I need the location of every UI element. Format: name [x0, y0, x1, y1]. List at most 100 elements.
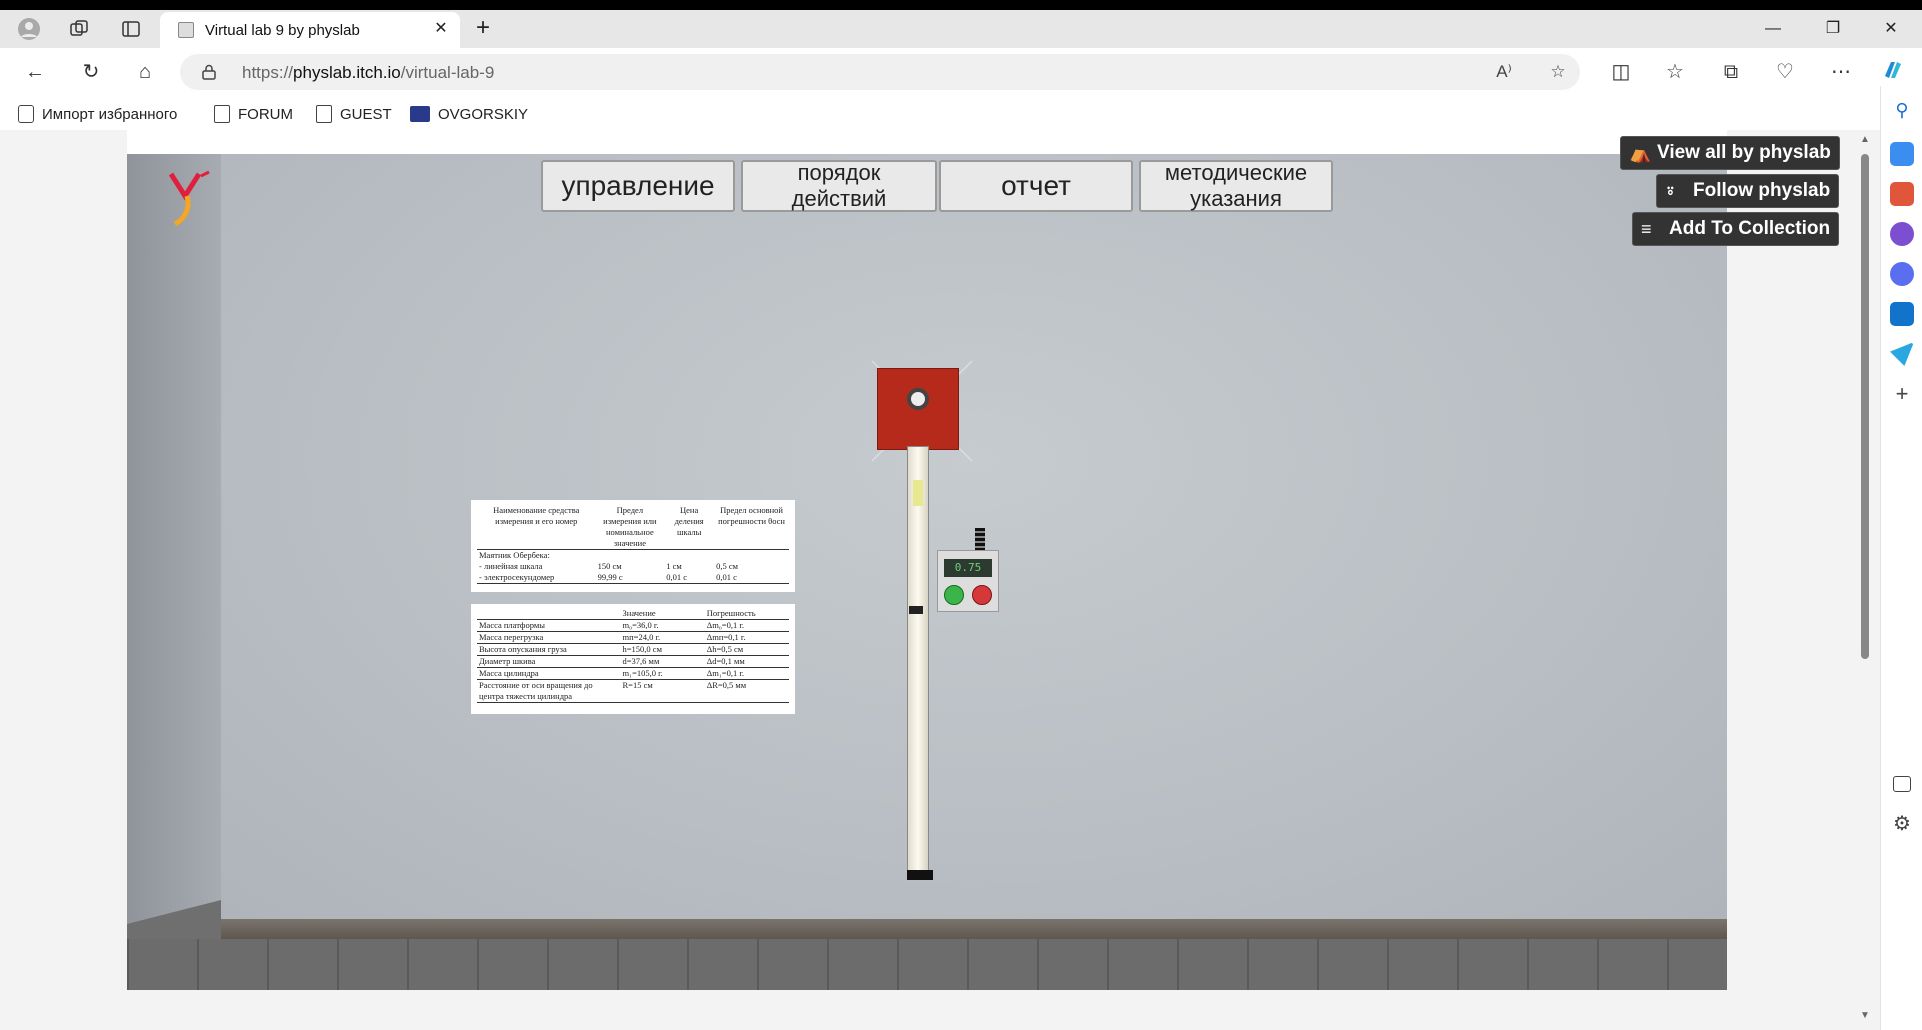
minimize-icon[interactable]: — [1744, 10, 1802, 48]
side-wall [127, 154, 221, 970]
table-cell: m₁=105,0 г. [622, 668, 663, 678]
send-icon[interactable] [1890, 342, 1914, 366]
address-bar[interactable]: https://physlab.itch.io/virtual-lab-9 A⁾… [180, 54, 1580, 90]
table-cell: 0,01 с [716, 572, 737, 582]
table-row: Маятник Обербека: [477, 550, 789, 562]
table-cell: Масса цилиндра [479, 668, 539, 678]
timer-stop-button[interactable] [972, 585, 992, 605]
table-row: Высота опускания груза h=150,0 см Δh=0,5 с… [477, 644, 789, 656]
table-cell: 1 см [666, 561, 682, 571]
table-row: Масса перегрузка mп=24,0 г. Δmп=0,1 г. [477, 632, 789, 644]
table-header: Цена деления шкалы [674, 505, 704, 537]
workspaces-icon[interactable] [64, 16, 94, 42]
tab-favicon-icon [178, 22, 194, 38]
back-icon[interactable]: ← [20, 58, 50, 86]
electronic-timer: 0.75 [937, 550, 999, 612]
table-row: Масса цилиндра m₁=105,0 г. Δm₁=0,1 г. [477, 668, 789, 680]
table-cell: Масса перегрузка [479, 632, 544, 642]
close-window-icon[interactable]: ✕ [1862, 10, 1920, 48]
favorites-icon[interactable]: ☆ [1660, 58, 1690, 86]
table-cell: 150 см [597, 561, 622, 571]
menu-procedure-button[interactable]: порядок действий [741, 160, 937, 212]
menu-control-button[interactable]: управление [541, 160, 735, 212]
add-sidebar-icon[interactable]: + [1890, 382, 1914, 406]
menu-guidelines-button[interactable]: методические указания [1139, 160, 1333, 212]
microsoft365-icon[interactable] [1890, 262, 1914, 286]
scroll-down-icon[interactable]: ▼ [1858, 1010, 1872, 1024]
copilot-icon[interactable] [1878, 58, 1908, 86]
tab-title: Virtual lab 9 by physlab [205, 22, 360, 39]
shopping-icon[interactable] [1890, 142, 1914, 166]
hide-sidebar-icon[interactable] [1893, 776, 1911, 792]
page-scrollbar[interactable]: ▲ ▼ [1852, 130, 1880, 1030]
table-cell: d=37,6 мм [622, 656, 660, 666]
settings-gear-icon[interactable]: ⚙ [1890, 812, 1914, 836]
table-header [477, 608, 621, 620]
tab-active[interactable]: Virtual lab 9 by physlab ✕ [160, 12, 460, 48]
scroll-up-icon[interactable]: ▲ [1858, 134, 1872, 148]
table-cell: 0,5 см [716, 561, 738, 571]
table-cell: Маятник Обербека: [479, 550, 550, 560]
tools-icon[interactable] [1890, 182, 1914, 206]
bookmark-forum[interactable]: FORUM [214, 103, 293, 125]
collections-icon[interactable]: ⧉ [1716, 58, 1746, 86]
search-icon[interactable]: ⚲ [1890, 100, 1914, 124]
baseboard [221, 919, 1727, 939]
table-cell: Масса платформы [479, 620, 545, 630]
bookmark-import[interactable]: Импорт избранного [18, 103, 177, 125]
tab-actions-icon[interactable] [116, 16, 146, 42]
menu-report-button[interactable]: отчет [939, 160, 1133, 212]
bookmark-ovgorskiy[interactable]: OVGORSKIY [410, 103, 528, 125]
view-all-button[interactable]: ⛺ View all by physlab [1620, 136, 1840, 170]
table-header: Наименование средства измерения и его но… [493, 505, 580, 526]
scroll-thumb[interactable] [1861, 154, 1869, 659]
table-cell: Δm₀=0,1 г. [706, 620, 744, 630]
bookmarks-bar: Импорт избранного FORUM GUEST OVGORSKIY [0, 96, 1922, 130]
lab-logo-icon [168, 170, 210, 227]
favorite-star-icon[interactable]: ☆ [1546, 60, 1570, 84]
instruments-header-row: Наименование средства измерения и его но… [477, 505, 789, 550]
lock-icon[interactable] [202, 64, 216, 80]
table-cell: - электросекундомер [479, 572, 555, 582]
restore-icon[interactable]: ❐ [1804, 10, 1862, 48]
home-icon[interactable]: ⌂ [130, 58, 160, 86]
add-to-collection-button[interactable]: ≡ Add To Collection [1632, 212, 1840, 246]
outlook-icon[interactable] [1890, 302, 1914, 326]
falling-weight[interactable] [913, 480, 923, 506]
follow-label: Follow physlab [1693, 180, 1831, 201]
tab-close-icon[interactable]: ✕ [430, 18, 452, 40]
measurement-scale [907, 446, 929, 874]
table-row: Расстояние от оси вращения до центра тяж… [477, 680, 789, 703]
refresh-icon[interactable]: ↻ [76, 58, 106, 86]
table-header: Значение [622, 608, 656, 618]
bookmark-guest[interactable]: GUEST [316, 103, 392, 125]
site-favicon-icon [410, 106, 430, 122]
bookmark-label: Импорт избранного [42, 105, 178, 123]
timer-connector-icon [975, 528, 985, 550]
profile-icon[interactable] [14, 16, 44, 42]
bookmark-label: GUEST [340, 105, 392, 123]
follow-button[interactable]: ⍤ Follow physlab [1656, 174, 1840, 208]
table-row: - линейная шкала 150 см 1 см 0,5 см [477, 561, 789, 572]
page-icon [214, 105, 230, 123]
page-viewport: управление порядок действий отчет методи… [0, 130, 1880, 1030]
table-cell: Δd=0,1 мм [706, 656, 745, 666]
add-collection-label: Add To Collection [1669, 218, 1831, 239]
scale-base [907, 870, 933, 880]
games-icon[interactable] [1890, 222, 1914, 246]
game-canvas[interactable]: управление порядок действий отчет методи… [127, 130, 1727, 990]
new-tab-icon[interactable]: + [470, 16, 496, 42]
timer-start-button[interactable] [944, 585, 964, 605]
split-screen-icon[interactable]: ◫ [1606, 58, 1636, 86]
more-menu-icon[interactable]: ⋯ [1826, 58, 1856, 86]
table-cell: h=150,0 см [622, 644, 662, 654]
itch-logo-icon: ⛺ [1629, 143, 1652, 163]
browser-essentials-icon[interactable]: ♡ [1770, 58, 1800, 86]
tab-strip: Virtual lab 9 by physlab ✕ + — ❐ ✕ [0, 10, 1922, 48]
table-cell: ΔR=0,5 мм [706, 680, 747, 690]
table-cell: Δm₁=0,1 г. [706, 668, 744, 678]
folder-import-icon [18, 105, 34, 123]
read-aloud-icon[interactable]: A⁾ [1492, 60, 1516, 84]
browser-window: Virtual lab 9 by physlab ✕ + — ❐ ✕ ← ↻ ⌂… [0, 10, 1922, 1030]
table-row: Диаметр шкива d=37,6 мм Δd=0,1 мм [477, 656, 789, 668]
